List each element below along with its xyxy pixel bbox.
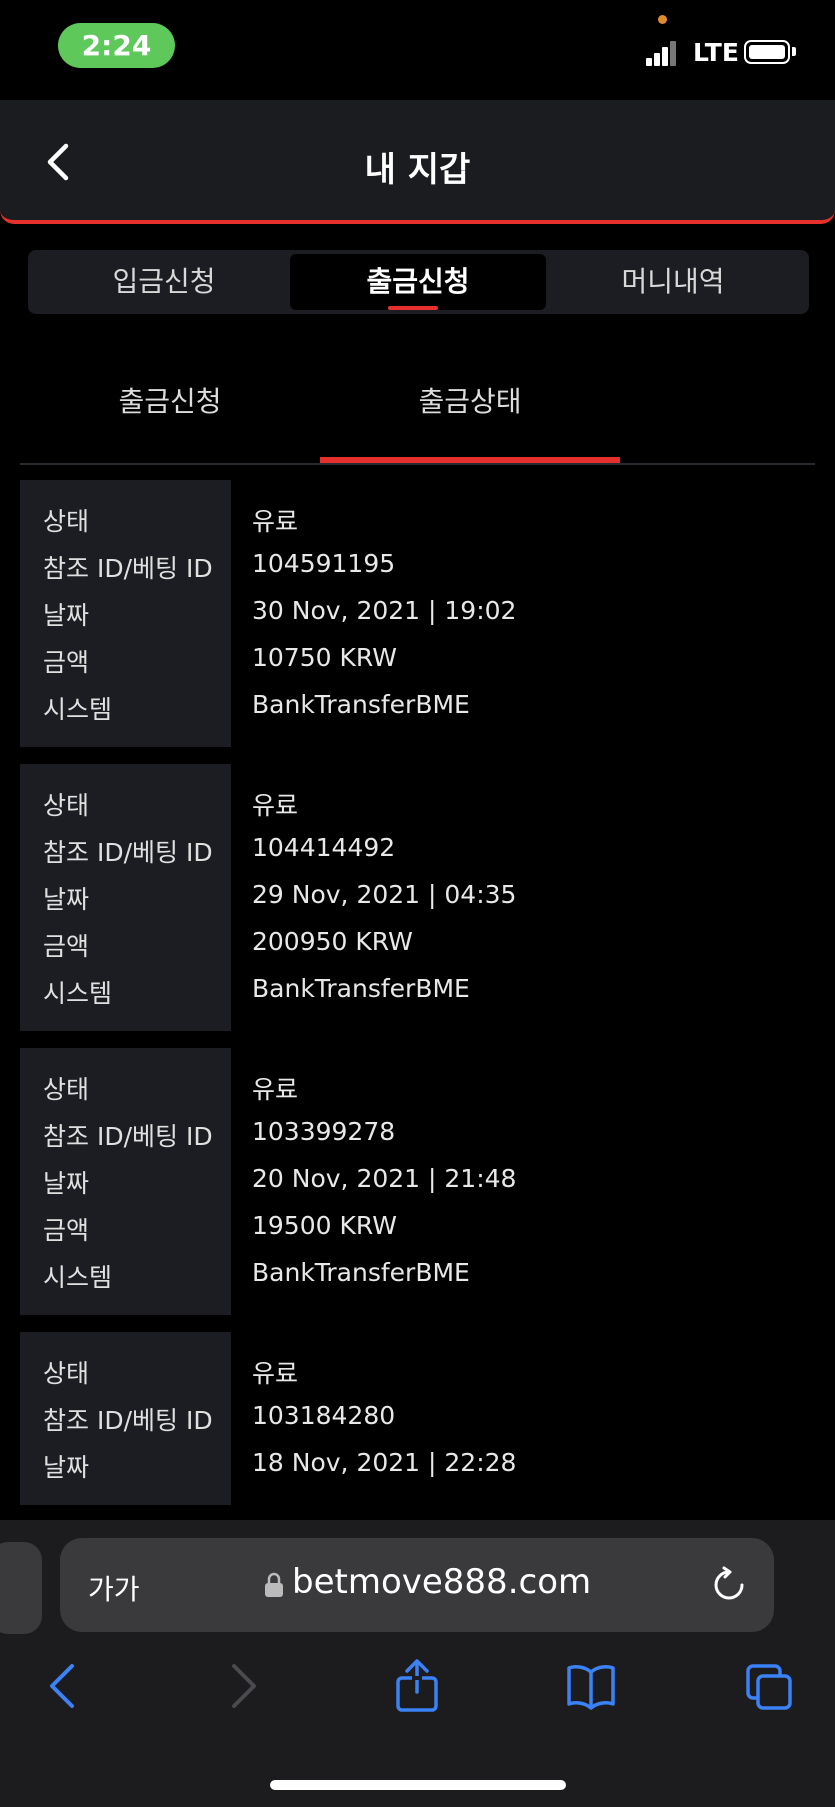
amount-label: 금액	[43, 932, 90, 961]
tabs-icon[interactable]	[744, 1658, 794, 1714]
network-label: LTE	[693, 38, 739, 67]
share-icon[interactable]	[392, 1658, 442, 1714]
system-value: BankTransferBME	[252, 1258, 470, 1287]
active-tab-underline	[388, 306, 438, 310]
page-title: 내 지갑	[364, 150, 471, 190]
status-label: 상태	[43, 1075, 90, 1104]
subtab-label: 출금상태	[418, 385, 522, 418]
signal-icon	[646, 40, 676, 66]
browser-toolbar: 가가 betmove888.com	[0, 1520, 835, 1807]
address-bar[interactable]: 가가 betmove888.com	[60, 1538, 774, 1632]
lock-icon	[265, 1572, 283, 1597]
date-value: 20 Nov, 2021 | 21:48	[252, 1164, 517, 1193]
status-bar: 2:24 LTE	[0, 0, 835, 100]
sub-tabs: 출금신청 출금상태	[20, 360, 815, 465]
status-label: 상태	[43, 1359, 90, 1388]
amount-value: 200950 KRW	[252, 927, 413, 956]
system-value: BankTransferBME	[252, 974, 470, 1003]
ref-id-value: 103399278	[252, 1117, 396, 1146]
battery-icon	[744, 40, 790, 64]
system-label: 시스템	[43, 1263, 113, 1292]
ref-id-label: 참조 ID/베팅 ID	[43, 1406, 213, 1435]
status-value: 유료	[252, 1359, 299, 1388]
withdrawal-record: 상태 유료 참조 ID/베팅 ID 103184280 날짜 18 Nov, 2021…	[20, 1332, 815, 1505]
text-size-button[interactable]: 가가	[88, 1568, 140, 1608]
system-value: BankTransferBME	[252, 690, 470, 719]
date-label: 날짜	[43, 601, 90, 630]
subtab-withdraw-status[interactable]: 출금상태	[320, 380, 620, 463]
previous-tab-peek[interactable]	[0, 1542, 42, 1634]
tab-money-history[interactable]: 머니내역	[545, 254, 801, 310]
status-time: 2:24	[58, 23, 175, 68]
ref-id-label: 참조 ID/베팅 ID	[43, 838, 213, 867]
ref-id-value: 104591195	[252, 549, 396, 578]
tab-label: 출금신청	[366, 265, 470, 298]
status-label: 상태	[43, 507, 90, 536]
date-value: 29 Nov, 2021 | 04:35	[252, 880, 517, 909]
battery-tip	[792, 47, 796, 56]
ref-id-value: 104414492	[252, 833, 396, 862]
date-value: 30 Nov, 2021 | 19:02	[252, 596, 517, 625]
active-subtab-indicator	[320, 457, 620, 463]
forward-nav-icon[interactable]	[218, 1658, 268, 1714]
amount-value: 19500 KRW	[252, 1211, 397, 1240]
back-nav-icon[interactable]	[38, 1658, 88, 1714]
withdrawal-record: 상태 유료 참조 ID/베팅 ID 104591195 날짜 30 Nov, 2021…	[20, 480, 815, 747]
home-indicator[interactable]	[270, 1780, 566, 1790]
reload-icon[interactable]	[710, 1566, 748, 1604]
subtab-withdraw-request[interactable]: 출금신청	[20, 380, 320, 460]
ref-id-label: 참조 ID/베팅 ID	[43, 554, 213, 583]
url-text[interactable]: betmove888.com	[292, 1562, 591, 1602]
status-label: 상태	[43, 791, 90, 820]
status-value: 유료	[252, 507, 299, 536]
tab-label: 머니내역	[621, 265, 725, 298]
status-value: 유료	[252, 791, 299, 820]
date-label: 날짜	[43, 1169, 90, 1198]
status-value: 유료	[252, 1075, 299, 1104]
header: 내 지갑	[0, 100, 835, 224]
tab-label: 입금신청	[112, 265, 216, 298]
subtab-label: 출금신청	[118, 385, 222, 418]
main-tabs: 입금신청 출금신청 머니내역	[28, 250, 809, 314]
withdrawal-record: 상태 유료 참조 ID/베팅 ID 103399278 날짜 20 Nov, 2021…	[20, 1048, 815, 1315]
system-label: 시스템	[43, 979, 113, 1008]
date-label: 날짜	[43, 885, 90, 914]
amount-label: 금액	[43, 1216, 90, 1245]
tab-withdraw-request[interactable]: 출금신청	[290, 254, 546, 310]
bookmarks-icon[interactable]	[566, 1658, 616, 1714]
ref-id-label: 참조 ID/베팅 ID	[43, 1122, 213, 1151]
date-label: 날짜	[43, 1453, 90, 1482]
withdrawal-list: 상태 유료 참조 ID/베팅 ID 104591195 날짜 30 Nov, 2021…	[20, 480, 815, 1522]
system-label: 시스템	[43, 695, 113, 724]
amount-value: 10750 KRW	[252, 643, 397, 672]
ref-id-value: 103184280	[252, 1401, 396, 1430]
amount-label: 금액	[43, 648, 90, 677]
privacy-indicator-dot	[658, 15, 667, 24]
tab-deposit-request[interactable]: 입금신청	[36, 254, 292, 310]
withdrawal-record: 상태 유료 참조 ID/베팅 ID 104414492 날짜 29 Nov, 2021…	[20, 764, 815, 1031]
date-value: 18 Nov, 2021 | 22:28	[252, 1448, 517, 1477]
